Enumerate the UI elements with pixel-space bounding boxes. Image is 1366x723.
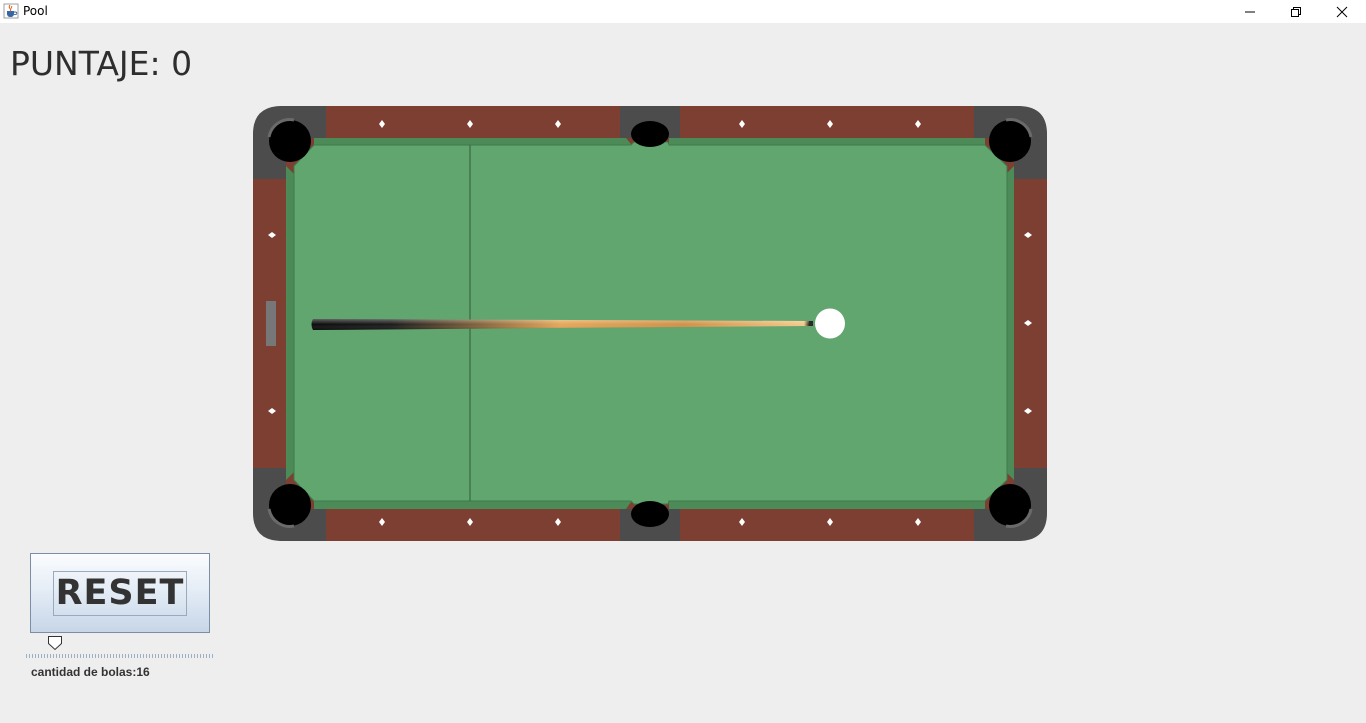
minimize-icon — [1245, 11, 1255, 12]
pocket-bottom-middle — [631, 501, 669, 527]
reset-focus-ring: RESET — [52, 570, 188, 616]
cue-ball[interactable] — [815, 308, 845, 339]
cushion-top-left — [314, 138, 631, 145]
minimize-button[interactable] — [1227, 0, 1273, 23]
cushion-left — [286, 166, 294, 480]
pocket-top-middle — [631, 121, 669, 147]
title-bar: Pool — [0, 0, 1366, 23]
ball-count-slider[interactable] — [26, 632, 214, 660]
window-title: Pool — [23, 4, 48, 18]
cushion-top-right — [669, 138, 985, 145]
pool-table[interactable] — [252, 104, 1048, 542]
score-label: PUNTAJE: — [10, 44, 161, 83]
reset-button[interactable]: RESET — [30, 553, 210, 633]
close-button[interactable] — [1319, 0, 1365, 23]
slider-track[interactable] — [26, 654, 214, 658]
java-cup-icon — [3, 3, 19, 19]
slider-thumb-icon[interactable] — [46, 634, 64, 651]
close-icon — [1336, 6, 1348, 17]
restore-icon — [1291, 6, 1301, 17]
cushion-bottom-left — [314, 501, 631, 509]
reset-label: RESET — [55, 573, 185, 613]
ball-count-label: cantidad de bolas:16 — [31, 665, 150, 679]
cushion-bottom-right — [669, 501, 985, 509]
restore-button[interactable] — [1273, 0, 1319, 23]
score-value: 0 — [171, 44, 193, 83]
ball-return-slot — [266, 301, 276, 346]
score-display: PUNTAJE: 0 — [10, 44, 192, 83]
